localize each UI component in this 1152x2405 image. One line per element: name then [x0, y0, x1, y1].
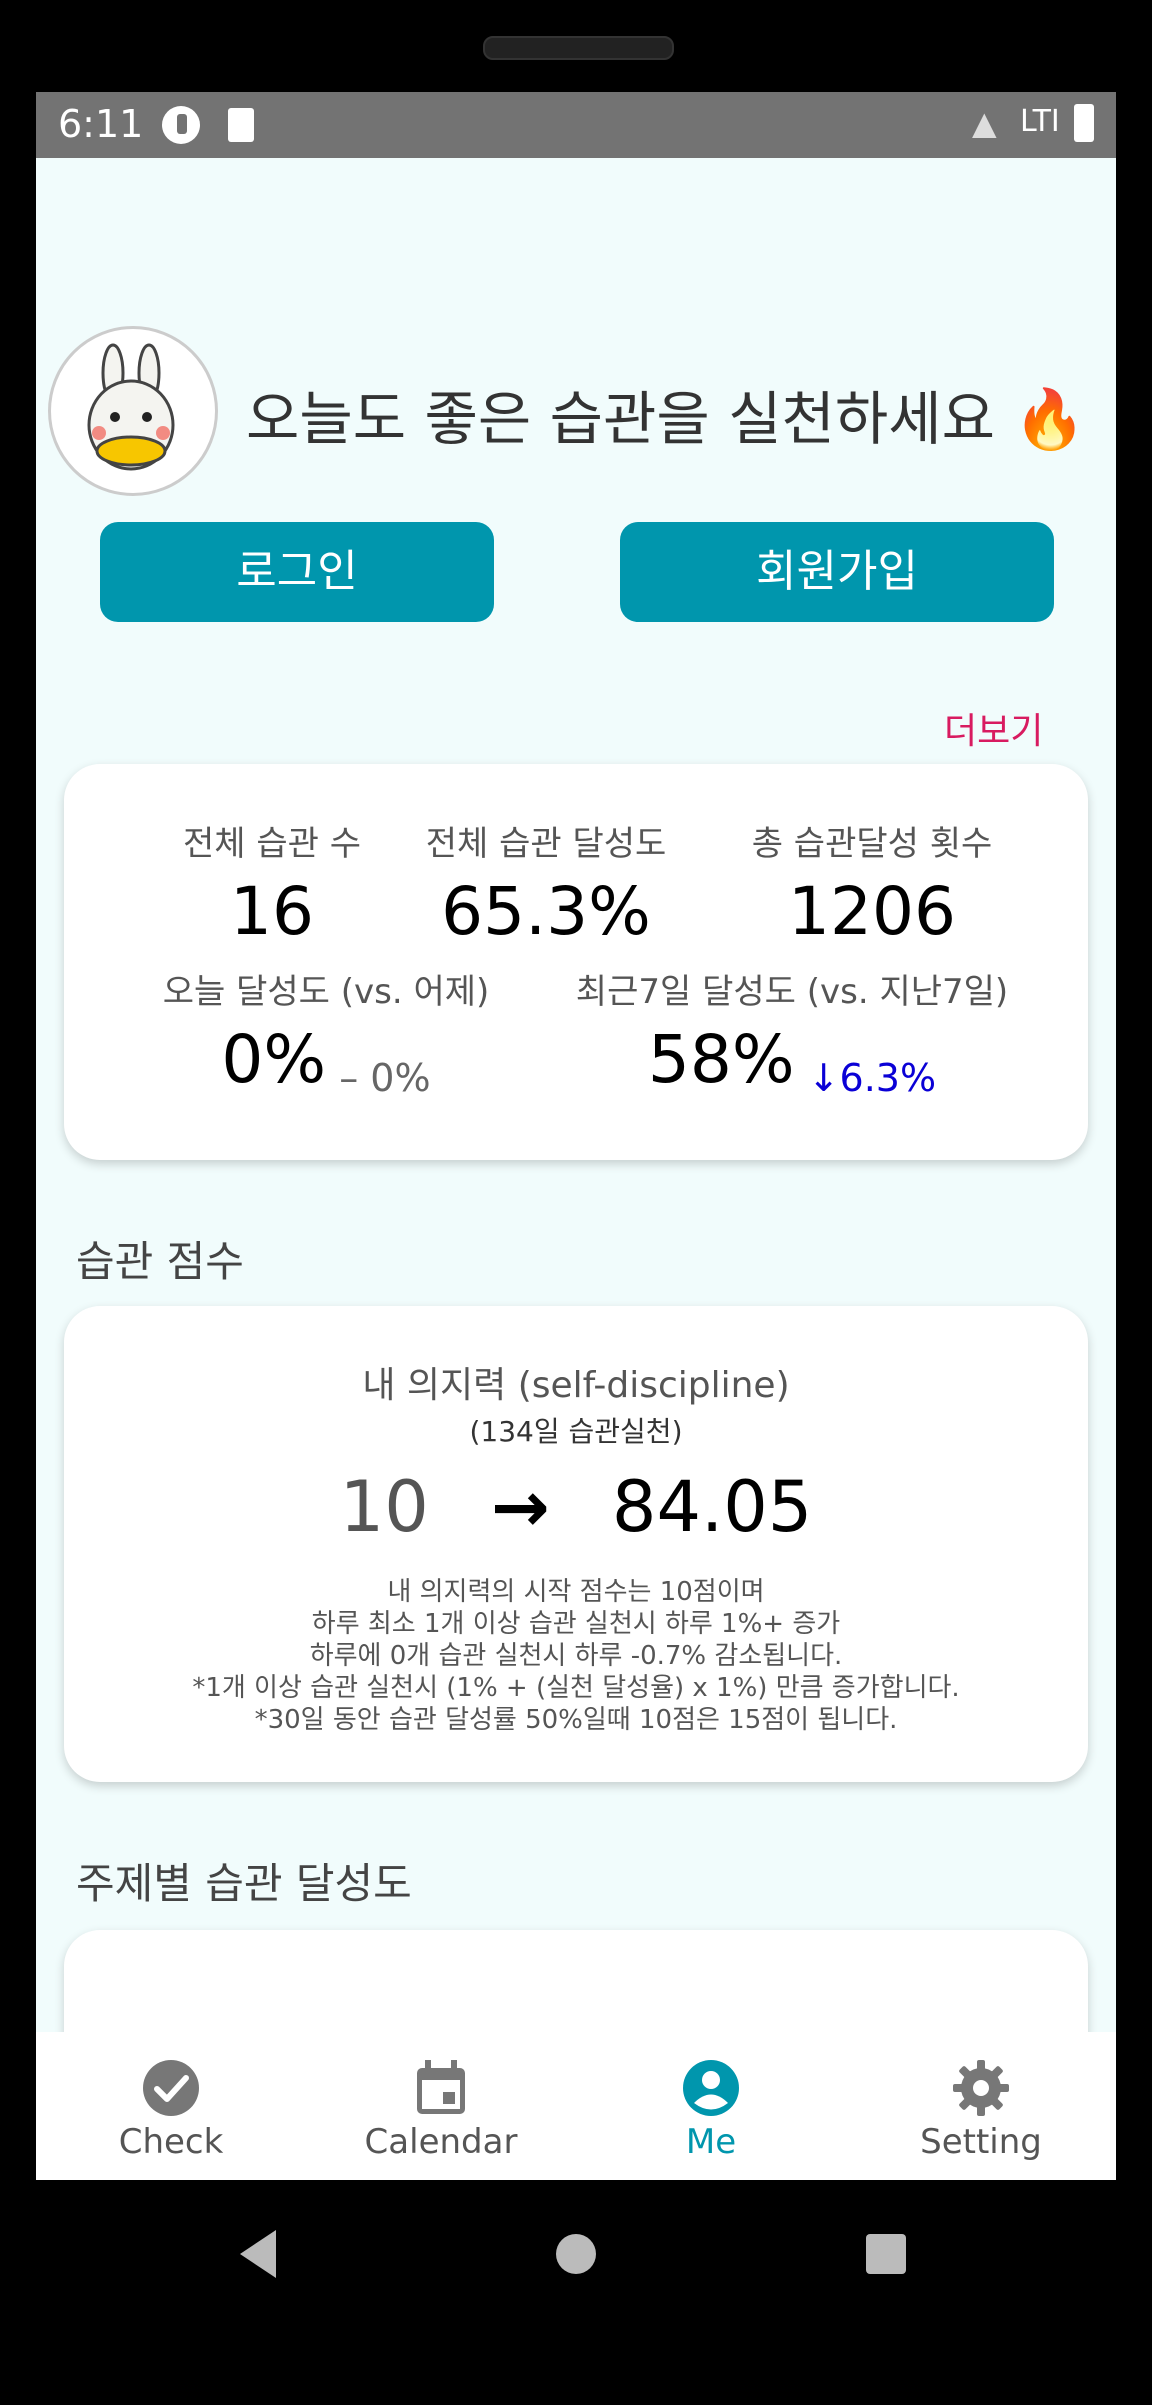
stat-label: 오늘 달성도 (vs. 어제): [162, 972, 490, 1012]
wifi-icon: ▲: [972, 104, 997, 142]
bottom-navigation: Check Calendar Me Setting: [36, 2032, 1116, 2180]
desc-line: 내 의지력의 시작 점수는 10점이며: [387, 1577, 765, 1607]
section-title-score: 습관 점수: [76, 1237, 244, 1286]
nav-label: Check: [118, 2122, 224, 2162]
nav-calendar[interactable]: Calendar: [306, 2032, 576, 2180]
desc-line: 하루에 0개 습관 실천시 하루 -0.7% 감소됩니다.: [309, 1641, 843, 1671]
stat-week: 최근7일 달성도 (vs. 지난7일) 58% ↓6.3%: [572, 964, 1012, 1100]
status-time: 6:11: [58, 102, 144, 146]
signup-button[interactable]: 회원가입: [620, 522, 1054, 622]
battery-icon: [1074, 104, 1094, 142]
app-notification-icon: [162, 106, 200, 144]
nav-label: Calendar: [364, 2122, 518, 2162]
home-icon[interactable]: [556, 2234, 596, 2274]
recent-apps-icon[interactable]: [866, 2234, 906, 2274]
nav-check[interactable]: Check: [36, 2032, 306, 2180]
nav-label: Me: [685, 2122, 737, 2162]
avatar[interactable]: [48, 326, 218, 496]
current-score: 84.05: [611, 1466, 813, 1548]
stat-value: 0%: [221, 1021, 327, 1098]
stat-today: 오늘 달성도 (vs. 어제) 0% – 0%: [160, 964, 492, 1100]
desc-line: *1개 이상 습관 실천시 (1% + (실천 달성율) x 1%) 만큼 증가…: [192, 1673, 960, 1703]
delta-down: ↓6.3%: [807, 1055, 937, 1100]
arrow-right-icon: →: [491, 1466, 550, 1548]
stat-value: 16: [230, 873, 314, 950]
stat-total-count: 총 습관달성 횟수 1206: [728, 816, 1016, 950]
calendar-icon: [417, 2060, 465, 2114]
nav-label: Setting: [920, 2122, 1042, 2162]
section-title-topic: 주제별 습관 달성도: [76, 1859, 412, 1908]
back-icon[interactable]: [240, 2230, 276, 2278]
summary-card: 전체 습관 수 16 전체 습관 달성도 65.3% 총 습관달성 횟수 120…: [64, 764, 1088, 1160]
phone-frame: 6:11 ▲ LTI 오늘도 좋은 습관을 실천하세요 🔥 로그인 회원가입 더…: [0, 0, 1152, 2405]
app-screen: 6:11 ▲ LTI 오늘도 좋은 습관을 실천하세요 🔥 로그인 회원가입 더…: [36, 92, 1116, 2180]
greeting-text: 오늘도 좋은 습관을 실천하세요 🔥: [246, 372, 1086, 456]
more-link[interactable]: 더보기: [944, 702, 1043, 754]
greeting-label: 오늘도 좋은 습관을 실천하세요: [246, 385, 995, 453]
stat-label: 전체 습관 달성도: [425, 824, 667, 864]
delta-flat: – 0%: [339, 1055, 431, 1100]
score-description: 내 의지력의 시작 점수는 10점이며 하루 최소 1개 이상 습관 실천시 하…: [64, 1576, 1088, 1736]
stat-label: 전체 습관 수: [182, 824, 361, 864]
desc-line: *30일 동안 습관 달성률 50%일때 10점은 15점이 됩니다.: [254, 1705, 898, 1735]
stat-total-habits: 전체 습관 수 16: [172, 816, 372, 950]
system-navigation: [0, 2180, 1152, 2405]
stat-total-rate: 전체 습관 달성도 65.3%: [416, 816, 676, 950]
sd-card-icon: [228, 108, 254, 142]
status-bar: 6:11 ▲ LTI: [36, 92, 1116, 158]
desc-line: 하루 최소 1개 이상 습관 실천시 하루 1%+ 증가: [311, 1609, 841, 1639]
account-circle-icon: [683, 2060, 739, 2116]
stat-label: 총 습관달성 횟수: [751, 824, 993, 864]
score-row: 10 → 84.05: [64, 1466, 1088, 1548]
check-circle-icon: [143, 2060, 199, 2116]
gear-icon: [953, 2060, 1009, 2116]
stat-value: 1206: [788, 873, 956, 950]
practice-days: (134일 습관실천): [469, 1415, 683, 1448]
network-label: LTI: [1020, 104, 1060, 139]
login-button[interactable]: 로그인: [100, 522, 494, 622]
willpower-title: 내 의지력 (self-discipline): [362, 1365, 790, 1406]
start-score: 10: [339, 1466, 429, 1548]
nav-setting[interactable]: Setting: [846, 2032, 1116, 2180]
rabbit-duck-icon: [87, 343, 175, 471]
nav-me[interactable]: Me: [576, 2032, 846, 2180]
stat-value: 65.3%: [441, 873, 651, 950]
fire-icon: 🔥: [1013, 385, 1086, 453]
stat-value: 58%: [647, 1021, 795, 1098]
willpower-card: 내 의지력 (self-discipline) (134일 습관실천) 10 →…: [64, 1306, 1088, 1782]
stat-label: 최근7일 달성도 (vs. 지난7일): [575, 972, 1009, 1012]
speaker-grille: [483, 36, 674, 60]
